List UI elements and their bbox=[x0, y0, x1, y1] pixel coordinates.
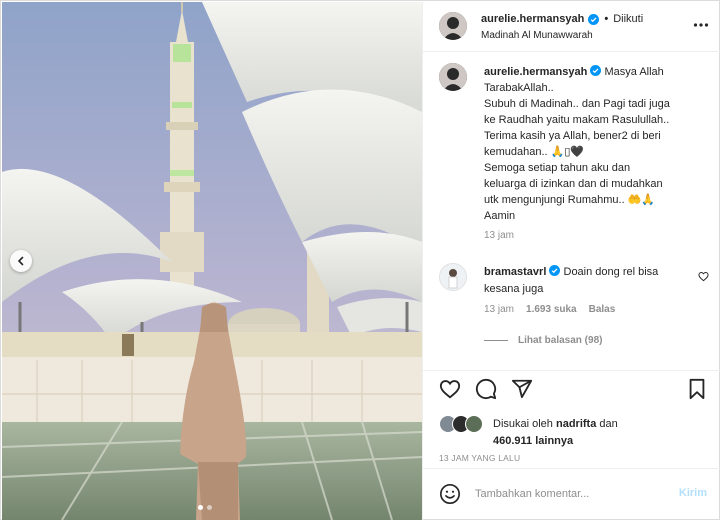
comment-line: Doain dong rel bisa bbox=[563, 266, 659, 278]
caption-line: kemudahan.. 🙏▯🖤 bbox=[484, 146, 585, 158]
view-replies-label: Lihat balasan (98) bbox=[518, 335, 603, 346]
author-avatar[interactable] bbox=[439, 12, 467, 40]
first-liker-username[interactable]: nadrifta bbox=[556, 418, 596, 430]
caption-line: Aamin bbox=[484, 210, 516, 222]
caption-line: utk mengunjungi Rumahmu.. 🤲🙏 bbox=[484, 194, 656, 206]
post-photo[interactable] bbox=[2, 2, 422, 520]
avatar-image bbox=[440, 264, 466, 290]
carousel-dot-active bbox=[198, 505, 203, 510]
caption-line: Terima kasih ya Allah, bener2 di beri bbox=[484, 130, 661, 142]
comment-text: bramastavrl Doain dong rel bisa kesana j… bbox=[484, 264, 689, 298]
chevron-left-icon bbox=[17, 256, 24, 266]
post-header: aurelie.hermansyah • Diikuti Madinah Al … bbox=[423, 2, 720, 52]
caption-username[interactable]: aurelie.hermansyah bbox=[484, 66, 587, 78]
replies-divider bbox=[484, 340, 508, 341]
caption-line: keluarga di izinkan dan di mudahkan bbox=[484, 178, 663, 190]
caption-line: Masya Allah bbox=[604, 66, 664, 78]
verified-badge-icon bbox=[588, 13, 600, 25]
caption-line: Semoga setiap tahun aku dan bbox=[484, 162, 631, 174]
caption-avatar[interactable] bbox=[439, 63, 467, 91]
commenter-avatar[interactable] bbox=[439, 263, 467, 291]
emoji-icon[interactable] bbox=[439, 483, 461, 505]
caption-line: TarabakAllah.. bbox=[484, 82, 554, 94]
caption-timestamp: 13 jam bbox=[484, 230, 515, 241]
comment-timestamp: 13 jam bbox=[484, 304, 515, 315]
caption-text: aurelie.hermansyah Masya Allah TarabakAl… bbox=[484, 64, 709, 224]
post-modal: aurelie.hermansyah • Diikuti Madinah Al … bbox=[0, 0, 720, 520]
likes-prefix: Disukai oleh bbox=[493, 418, 553, 430]
more-options-icon[interactable] bbox=[692, 16, 710, 34]
carousel-dot bbox=[207, 505, 212, 510]
add-comment-bar: Kirim bbox=[423, 468, 720, 520]
caption-line: Subuh di Madinah.. dan Pagi tadi juga bbox=[484, 98, 670, 110]
commenter-username[interactable]: bramastavrl bbox=[484, 266, 546, 278]
header-separator: • bbox=[604, 13, 609, 25]
send-comment-button[interactable]: Kirim bbox=[679, 487, 707, 499]
comment-line: kesana juga bbox=[484, 283, 544, 295]
post-side-panel: aurelie.hermansyah • Diikuti Madinah Al … bbox=[422, 2, 720, 520]
avatar-image bbox=[439, 63, 467, 91]
avatar-image bbox=[439, 12, 467, 40]
carousel-prev-button[interactable] bbox=[10, 250, 32, 272]
bookmark-icon[interactable] bbox=[687, 378, 707, 400]
liker-avatar[interactable] bbox=[465, 415, 483, 433]
caption-line: ke Raudhah yaitu makam Rasulullah.. bbox=[484, 114, 670, 126]
heart-icon[interactable] bbox=[439, 378, 461, 400]
following-button[interactable]: Diikuti bbox=[613, 13, 643, 25]
post-actions-area: Disukai oleh nadrifta dan 460.911 lainny… bbox=[423, 370, 720, 463]
comment-like-heart-icon[interactable] bbox=[698, 271, 709, 282]
carousel-dots bbox=[198, 505, 212, 510]
likes-joiner: dan bbox=[599, 418, 618, 430]
verified-badge-icon bbox=[549, 265, 561, 276]
reply-button[interactable]: Balas bbox=[589, 304, 616, 315]
likes-text: Disukai oleh nadrifta dan 460.911 lainny… bbox=[493, 416, 693, 450]
header-user-row: aurelie.hermansyah • Diikuti bbox=[481, 13, 643, 25]
share-icon[interactable] bbox=[511, 378, 533, 400]
liker-avatars bbox=[439, 414, 489, 434]
comment-likes-count[interactable]: 1.693 suka bbox=[526, 304, 577, 315]
author-username[interactable]: aurelie.hermansyah bbox=[481, 13, 584, 25]
comment-icon[interactable] bbox=[475, 378, 497, 400]
post-location[interactable]: Madinah Al Munawwarah bbox=[481, 30, 593, 41]
action-bar bbox=[423, 371, 720, 409]
mosque-photo-illustration bbox=[2, 2, 422, 520]
post-date[interactable]: 13 JAM YANG LALU bbox=[439, 453, 520, 463]
verified-badge-icon bbox=[590, 65, 602, 76]
likes-others-count[interactable]: 460.911 lainnya bbox=[493, 435, 573, 447]
view-replies-button[interactable]: Lihat balasan (98) bbox=[484, 335, 602, 346]
comment-meta: 13 jam 1.693 suka Balas bbox=[484, 304, 615, 315]
comments-section[interactable]: aurelie.hermansyah Masya Allah TarabakAl… bbox=[423, 53, 720, 371]
comment-input[interactable] bbox=[475, 484, 665, 504]
